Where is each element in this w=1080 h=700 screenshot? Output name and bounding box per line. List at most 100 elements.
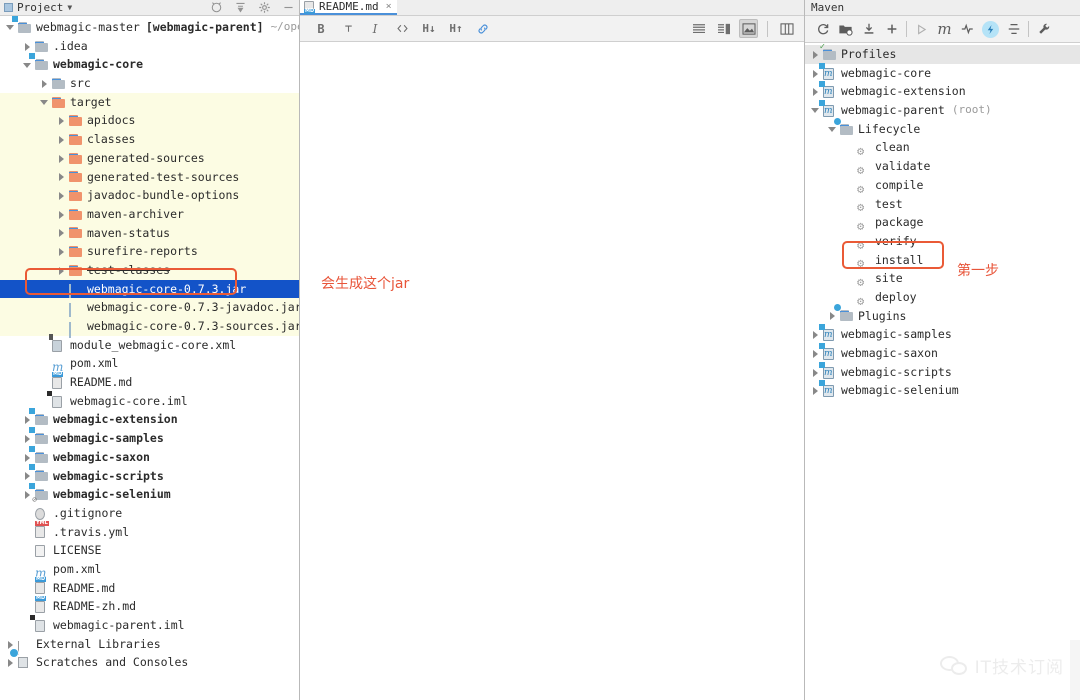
chevron-right-icon[interactable]: [23, 471, 33, 481]
run-build-icon[interactable]: [910, 19, 933, 40]
tree-row[interactable]: webmagic-core: [0, 55, 299, 74]
chevron-down-icon[interactable]: [6, 22, 16, 32]
tree-row[interactable]: webmagic-saxon: [0, 448, 299, 467]
tree-row[interactable]: LICENSE: [0, 541, 299, 560]
execute-maven-goal-icon[interactable]: m: [933, 19, 956, 40]
chevron-right-icon[interactable]: [57, 191, 67, 201]
tree-row[interactable]: apidocs: [0, 111, 299, 130]
tree-row[interactable]: webmagic-selenium: [0, 485, 299, 504]
chevron-right-icon[interactable]: [57, 153, 67, 163]
tree-row[interactable]: mwebmagic-parent(root): [805, 101, 1080, 120]
tree-row[interactable]: maven-archiver: [0, 205, 299, 224]
chevron-right-icon[interactable]: [40, 78, 50, 88]
tree-row[interactable]: mwebmagic-saxon: [805, 344, 1080, 363]
collapse-all-icon[interactable]: [210, 1, 223, 14]
tree-row[interactable]: webmagic-core-0.7.3-javadoc.jar: [0, 298, 299, 317]
tree-row[interactable]: classes: [0, 130, 299, 149]
code-button[interactable]: [391, 19, 413, 39]
tree-row[interactable]: Plugins: [805, 307, 1080, 326]
tree-row[interactable]: surefire-reports: [0, 242, 299, 261]
tree-row[interactable]: test-classes: [0, 261, 299, 280]
tree-row[interactable]: module_webmagic-core.xml: [0, 336, 299, 355]
editor-tab-readme[interactable]: MD README.md ×: [300, 0, 397, 15]
collapse-all-icon[interactable]: [1002, 19, 1025, 40]
maven-projects-tree[interactable]: Profilesmwebmagic-coremwebmagic-extensio…: [805, 43, 1080, 700]
tree-row[interactable]: javadoc-bundle-options: [0, 186, 299, 205]
tree-row[interactable]: ⚙site: [805, 269, 1080, 288]
tree-row[interactable]: webmagic-samples: [0, 429, 299, 448]
tree-row[interactable]: mpom.xml: [0, 354, 299, 373]
reimport-icon[interactable]: [811, 19, 834, 40]
skip-tests-icon[interactable]: [982, 21, 999, 38]
editor-preview-button[interactable]: [714, 19, 733, 38]
tree-row[interactable]: YML.travis.yml: [0, 523, 299, 542]
chevron-right-icon[interactable]: [57, 228, 67, 238]
tree-row[interactable]: mwebmagic-core: [805, 64, 1080, 83]
italic-button[interactable]: I: [364, 19, 386, 39]
chevron-right-icon[interactable]: [811, 330, 821, 340]
tree-row[interactable]: webmagic-extension: [0, 410, 299, 429]
tree-row[interactable]: webmagic-core-0.7.3-sources.jar: [0, 317, 299, 336]
link-icon[interactable]: [472, 19, 494, 39]
chevron-down-icon[interactable]: [828, 124, 838, 134]
minimize-icon[interactable]: [282, 1, 295, 14]
chevron-right-icon[interactable]: [811, 348, 821, 358]
chevron-right-icon[interactable]: [23, 415, 33, 425]
project-panel-title[interactable]: Project ▼: [4, 1, 72, 14]
tree-row[interactable]: webmagic-scripts: [0, 467, 299, 486]
close-icon[interactable]: ×: [386, 1, 392, 12]
tree-row[interactable]: generated-test-sources: [0, 168, 299, 187]
tree-row[interactable]: .idea: [0, 37, 299, 56]
download-sources-icon[interactable]: [857, 19, 880, 40]
chevron-down-icon[interactable]: [811, 105, 821, 115]
split-layout-button[interactable]: [777, 19, 796, 38]
toggle-offline-icon[interactable]: [956, 19, 979, 40]
locate-icon[interactable]: [234, 1, 247, 14]
preview-only-button[interactable]: [739, 19, 758, 38]
tree-row[interactable]: mwebmagic-samples: [805, 325, 1080, 344]
markdown-preview-body[interactable]: [300, 42, 804, 700]
chevron-right-icon[interactable]: [23, 452, 33, 462]
tree-row[interactable]: mwebmagic-selenium: [805, 381, 1080, 400]
maven-settings-icon[interactable]: [1032, 19, 1055, 40]
editor-only-button[interactable]: [689, 19, 708, 38]
chevron-right-icon[interactable]: [57, 209, 67, 219]
scrollbar-track[interactable]: [1070, 640, 1080, 700]
tree-row[interactable]: Scratches and Consoles: [0, 653, 299, 672]
generate-sources-icon[interactable]: [834, 19, 857, 40]
tree-row[interactable]: generated-sources: [0, 149, 299, 168]
heading-down-button[interactable]: H↓: [418, 19, 440, 39]
tree-row[interactable]: MDREADME.md: [0, 373, 299, 392]
chevron-right-icon[interactable]: [811, 87, 821, 97]
tree-row[interactable]: src: [0, 74, 299, 93]
tree-row[interactable]: maven-status: [0, 224, 299, 243]
tree-row[interactable]: ⚙package: [805, 213, 1080, 232]
chevron-down-icon[interactable]: [23, 60, 33, 70]
chevron-right-icon[interactable]: [23, 433, 33, 443]
tree-row[interactable]: target: [0, 93, 299, 112]
chevron-right-icon[interactable]: [828, 311, 838, 321]
chevron-right-icon[interactable]: [811, 367, 821, 377]
tree-row[interactable]: MDREADME-zh.md: [0, 597, 299, 616]
chevron-right-icon[interactable]: [57, 247, 67, 257]
chevron-right-icon[interactable]: [57, 134, 67, 144]
bold-button[interactable]: B: [310, 19, 332, 39]
tree-row[interactable]: ⚙validate: [805, 157, 1080, 176]
strikethrough-button[interactable]: [337, 19, 359, 39]
chevron-right-icon[interactable]: [23, 41, 33, 51]
tree-row[interactable]: ⚙clean: [805, 138, 1080, 157]
chevron-right-icon[interactable]: [811, 386, 821, 396]
chevron-down-icon[interactable]: [40, 97, 50, 107]
tree-row[interactable]: ⚙test: [805, 195, 1080, 214]
chevron-right-icon[interactable]: [6, 658, 16, 668]
tree-row[interactable]: ⚙install: [805, 251, 1080, 270]
add-maven-project-icon[interactable]: [880, 19, 903, 40]
tree-row[interactable]: ⚙verify: [805, 232, 1080, 251]
tree-row[interactable]: webmagic-parent.iml: [0, 616, 299, 635]
tree-row[interactable]: webmagic-master[webmagic-parent]~/open_s…: [0, 18, 299, 37]
tree-row[interactable]: ⚙compile: [805, 176, 1080, 195]
chevron-right-icon[interactable]: [811, 68, 821, 78]
tree-row[interactable]: webmagic-core.iml: [0, 392, 299, 411]
tree-row[interactable]: ⚙deploy: [805, 288, 1080, 307]
tree-row[interactable]: Profiles: [805, 45, 1080, 64]
